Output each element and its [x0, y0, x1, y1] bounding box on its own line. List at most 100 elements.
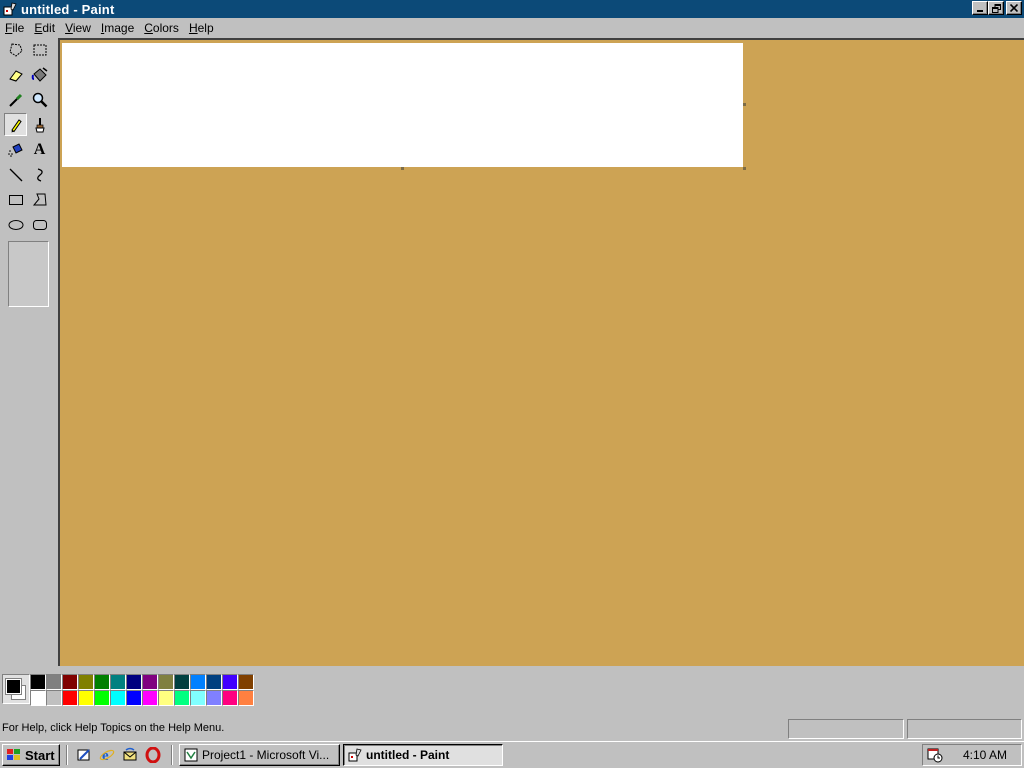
- polygon-icon[interactable]: [28, 188, 51, 211]
- color-swatch[interactable]: [158, 690, 174, 706]
- taskbar-separator: [171, 745, 173, 765]
- canvas-workspace: [58, 38, 1024, 666]
- pencil-icon[interactable]: [4, 113, 27, 136]
- menu-edit[interactable]: Edit: [30, 21, 61, 35]
- minimize-icon: [977, 10, 983, 12]
- color-swatch[interactable]: [190, 674, 206, 690]
- close-button[interactable]: [1006, 1, 1022, 15]
- pick-color-icon[interactable]: [4, 88, 27, 111]
- menu-bar: File Edit View Image Colors Help: [0, 18, 1024, 38]
- foreground-color: [5, 678, 22, 695]
- visual-basic-icon: [183, 747, 199, 763]
- show-desktop-icon[interactable]: [75, 746, 93, 764]
- color-swatch[interactable]: [30, 674, 46, 690]
- color-swatch[interactable]: [62, 674, 78, 690]
- start-label: Start: [25, 747, 55, 763]
- opera-icon[interactable]: [144, 746, 162, 764]
- free-form-select-icon[interactable]: [4, 38, 27, 61]
- close-icon: [1010, 4, 1018, 12]
- color-swatch[interactable]: [190, 690, 206, 706]
- color-swatch[interactable]: [46, 690, 62, 706]
- color-swatch[interactable]: [126, 690, 142, 706]
- color-swatch[interactable]: [78, 690, 94, 706]
- line-icon[interactable]: [4, 163, 27, 186]
- restore-button[interactable]: [988, 1, 1004, 15]
- taskbar-separator: [66, 745, 68, 765]
- paint-app-icon[interactable]: [2, 1, 18, 17]
- color-swatch[interactable]: [142, 674, 158, 690]
- color-swatch[interactable]: [110, 674, 126, 690]
- color-swatch[interactable]: [94, 690, 110, 706]
- menu-file[interactable]: File: [1, 21, 30, 35]
- color-swatch[interactable]: [222, 674, 238, 690]
- status-bar: For Help, click Help Topics on the Help …: [0, 718, 1024, 740]
- color-swatch[interactable]: [238, 674, 254, 690]
- resize-handle-bottom[interactable]: [401, 167, 404, 170]
- title-bar[interactable]: untitled - Paint: [0, 0, 1024, 18]
- text-icon[interactable]: A: [28, 138, 51, 161]
- color-swatch[interactable]: [62, 690, 78, 706]
- brush-icon[interactable]: [28, 113, 51, 136]
- color-swatch[interactable]: [142, 690, 158, 706]
- menu-colors-rest: olors: [152, 21, 179, 35]
- paint-icon: [347, 747, 363, 763]
- window-title: untitled - Paint: [21, 1, 115, 17]
- current-colors: [2, 674, 30, 704]
- menu-help[interactable]: Help: [185, 21, 220, 35]
- menu-image-rest: mage: [104, 21, 135, 35]
- resize-handle-right[interactable]: [743, 103, 746, 106]
- color-swatch[interactable]: [126, 674, 142, 690]
- task-paint-button[interactable]: untitled - Paint: [343, 744, 503, 766]
- color-swatch[interactable]: [238, 690, 254, 706]
- taskbar: Start e Project1 - Microsoft Vi... untit…: [0, 741, 1024, 768]
- internet-explorer-icon[interactable]: e: [98, 746, 116, 764]
- task-label: untitled - Paint: [366, 748, 450, 762]
- color-swatch[interactable]: [206, 674, 222, 690]
- status-help-text: For Help, click Help Topics on the Help …: [2, 722, 225, 734]
- color-swatch[interactable]: [46, 674, 62, 690]
- color-swatch[interactable]: [158, 674, 174, 690]
- menu-colors[interactable]: Colors: [140, 21, 185, 35]
- magnifier-icon[interactable]: [28, 88, 51, 111]
- rectangle-icon[interactable]: [4, 188, 27, 211]
- task-label: Project1 - Microsoft Vi...: [202, 748, 330, 762]
- color-swatch[interactable]: [174, 674, 190, 690]
- outlook-express-icon[interactable]: [121, 746, 139, 764]
- color-swatch[interactable]: [94, 674, 110, 690]
- color-swatch[interactable]: [206, 690, 222, 706]
- color-swatch[interactable]: [174, 690, 190, 706]
- tool-options-box[interactable]: [8, 241, 49, 307]
- windows-logo-icon: [7, 749, 20, 760]
- color-swatch[interactable]: [78, 674, 94, 690]
- rounded-rectangle-icon[interactable]: [28, 213, 51, 236]
- menu-image[interactable]: Image: [97, 21, 140, 35]
- fill-icon[interactable]: [28, 63, 51, 86]
- menu-view-rest: iew: [72, 21, 91, 35]
- color-swatch[interactable]: [222, 690, 238, 706]
- select-icon[interactable]: [28, 38, 51, 61]
- eraser-icon[interactable]: [4, 63, 27, 86]
- color-palette: [30, 674, 254, 706]
- color-box: [0, 666, 1024, 714]
- menu-help-rest: elp: [197, 21, 214, 35]
- clock[interactable]: 4:10 AM: [963, 748, 1007, 762]
- status-size: [907, 719, 1022, 739]
- resize-handle-corner[interactable]: [743, 167, 746, 170]
- drawing-canvas[interactable]: [62, 43, 743, 167]
- color-swatch[interactable]: [110, 690, 126, 706]
- curve-icon[interactable]: [28, 163, 51, 186]
- scheduler-icon[interactable]: [927, 747, 943, 763]
- svg-text:e: e: [102, 748, 109, 763]
- system-tray: 4:10 AM: [922, 744, 1022, 766]
- airbrush-icon[interactable]: [4, 138, 27, 161]
- menu-edit-rest: dit: [42, 21, 56, 35]
- minimize-button[interactable]: [972, 1, 988, 15]
- restore-icon: [991, 3, 1001, 13]
- start-button[interactable]: Start: [2, 744, 60, 766]
- color-swatch[interactable]: [30, 690, 46, 706]
- status-position: [788, 719, 904, 739]
- ellipse-icon[interactable]: [4, 213, 27, 236]
- tool-box: A: [2, 38, 56, 664]
- task-project1-button[interactable]: Project1 - Microsoft Vi...: [179, 744, 340, 766]
- menu-view[interactable]: View: [61, 21, 97, 35]
